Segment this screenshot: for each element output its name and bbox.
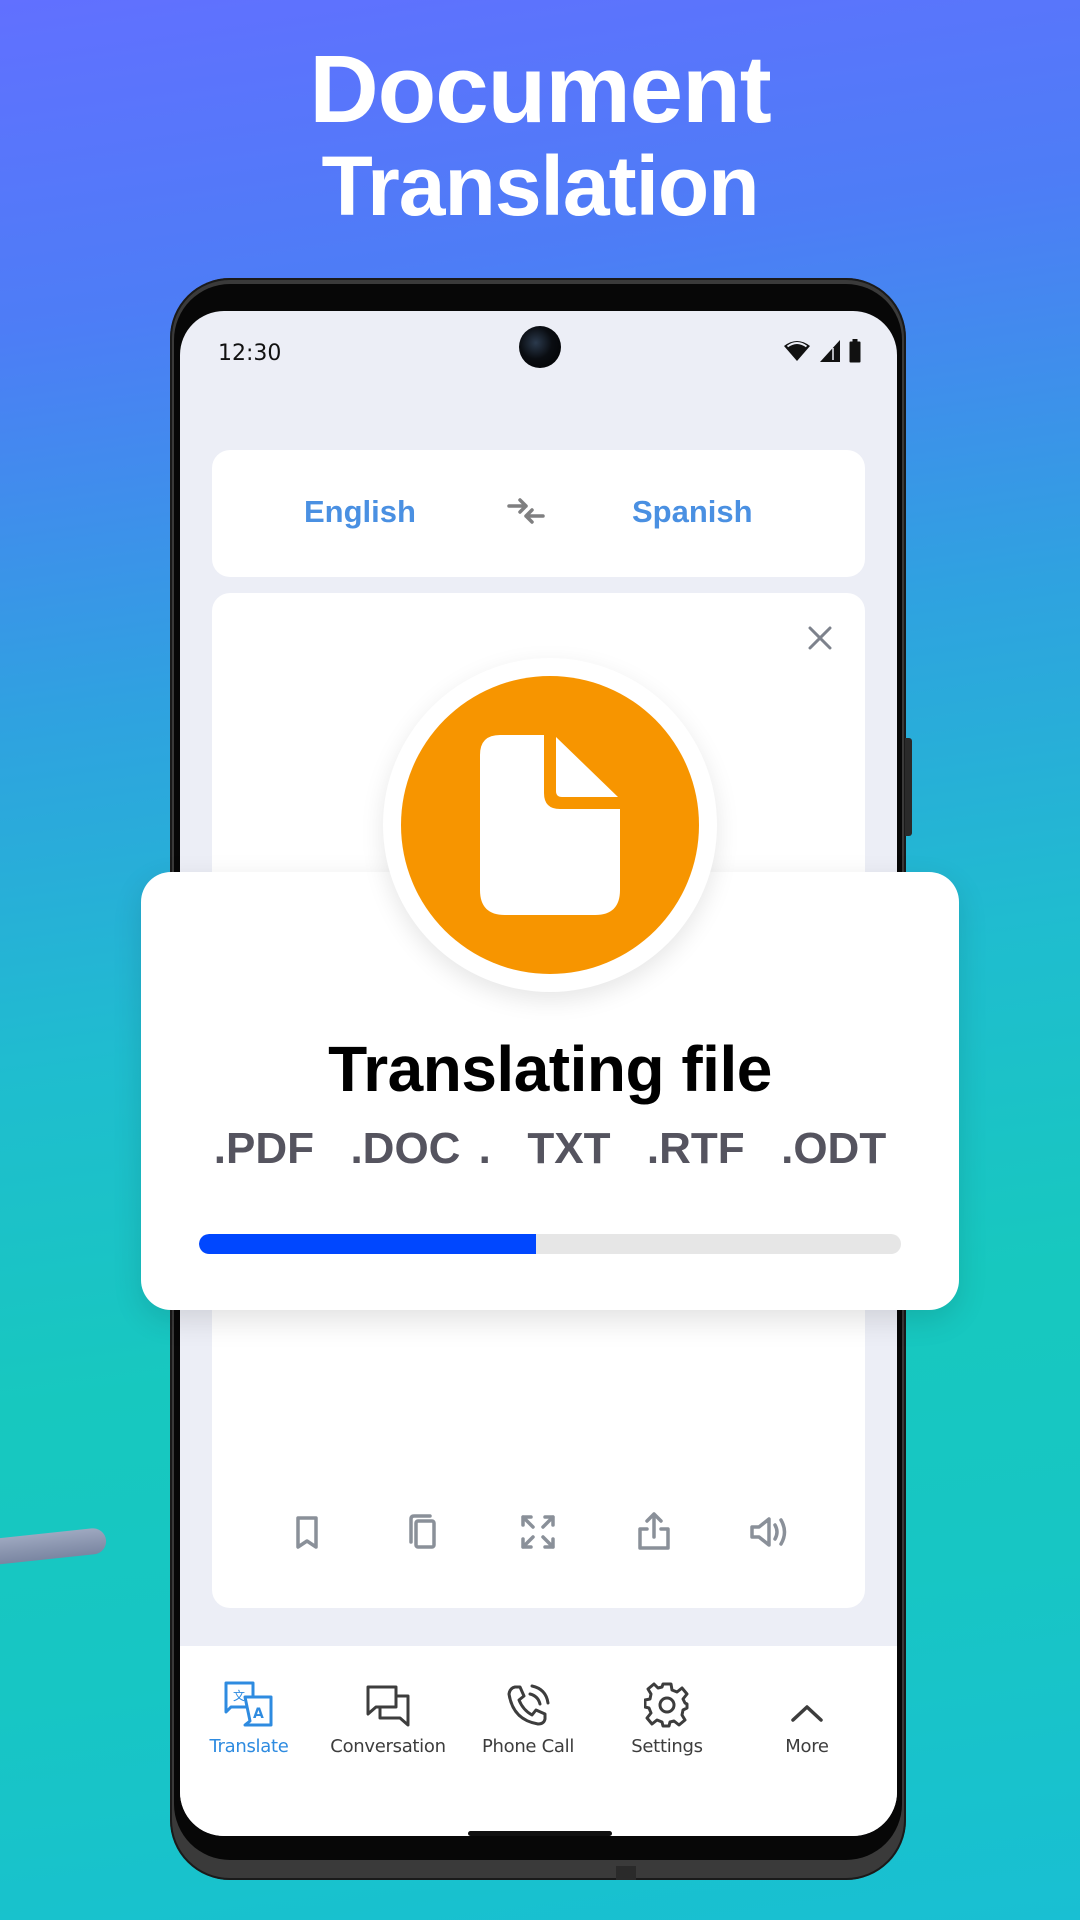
nav-label: Translate [209, 1736, 289, 1757]
close-icon[interactable] [805, 623, 835, 653]
headline-line-2: Translation [321, 139, 759, 233]
chevron-up-icon [791, 1705, 823, 1722]
nav-item-more[interactable]: More [742, 1678, 872, 1757]
document-icon [480, 735, 620, 915]
nav-label: Phone Call [481, 1736, 575, 1757]
status-bar: 12:30 [180, 311, 897, 391]
pen-decoration [0, 1527, 108, 1569]
speaker-icon[interactable] [747, 1510, 791, 1554]
copy-icon[interactable] [400, 1510, 444, 1554]
nav-item-translate[interactable]: 文 A Translate [184, 1678, 314, 1757]
cellular-signal-icon [820, 340, 840, 362]
nav-item-settings[interactable]: Settings [602, 1678, 732, 1757]
home-indicator[interactable] [468, 1831, 612, 1836]
language-selector: English Spanish [212, 450, 865, 577]
front-camera [519, 326, 561, 368]
phone-port [616, 1866, 636, 1880]
phone-side-button [905, 738, 912, 836]
bookmark-icon[interactable] [285, 1510, 329, 1554]
document-badge-circle [401, 676, 699, 974]
wifi-icon [784, 341, 810, 361]
source-language-button[interactable]: English [304, 494, 416, 530]
swap-arrows-icon[interactable] [506, 496, 546, 528]
bottom-navigation: 文 A Translate Conversation Phone Call Se… [180, 1646, 897, 1836]
status-time: 12:30 [218, 341, 282, 366]
action-bar [212, 1510, 865, 1560]
progress-fill [199, 1234, 536, 1254]
svg-text:文: 文 [233, 1688, 245, 1703]
nav-label: Conversation [330, 1736, 446, 1757]
supported-formats: .PDF .DOC . TXT .RTF .ODT [213, 1124, 887, 1173]
promo-headline: Document Translation [0, 36, 1080, 233]
chat-bubbles-icon [366, 1685, 410, 1727]
translation-progress-bar [199, 1234, 901, 1254]
status-icons [783, 339, 861, 363]
translate-icon: 文 A [224, 1681, 273, 1727]
gear-icon [644, 1682, 689, 1728]
expand-icon[interactable] [516, 1510, 560, 1554]
headline-line-1: Document [309, 36, 771, 143]
nav-item-conversation[interactable]: Conversation [323, 1678, 453, 1757]
svg-text:A: A [253, 1706, 264, 1722]
nav-label: Settings [631, 1736, 703, 1757]
nav-item-phone-call[interactable]: Phone Call [463, 1678, 593, 1757]
phone-call-icon [507, 1684, 550, 1726]
battery-icon [849, 339, 861, 363]
target-language-button[interactable]: Spanish [632, 494, 753, 530]
nav-label: More [785, 1736, 829, 1757]
document-badge [383, 658, 717, 992]
translating-title: Translating file [328, 1033, 772, 1105]
share-icon[interactable] [632, 1510, 676, 1554]
